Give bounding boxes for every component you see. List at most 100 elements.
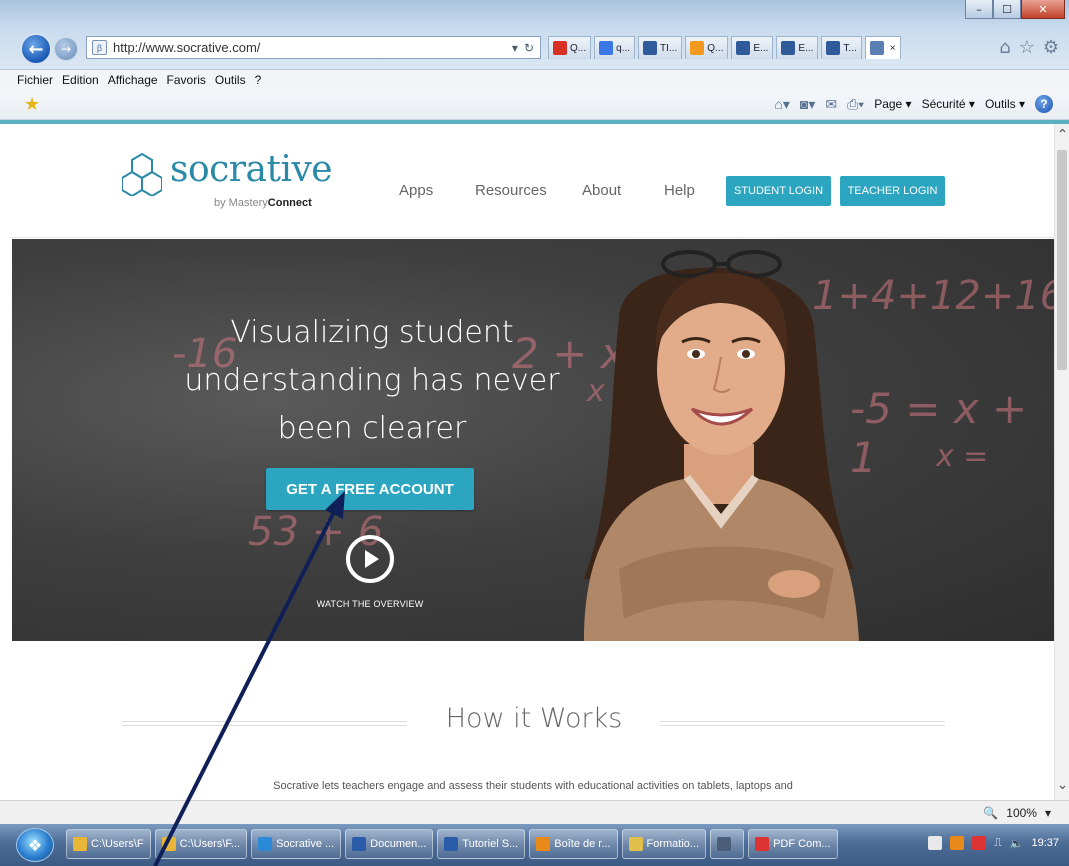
hero-title: Visualizing student understanding has ne…	[162, 309, 582, 453]
dropdown-arrow-icon[interactable]: ▾	[512, 41, 518, 55]
acrobat-tray-icon[interactable]	[972, 836, 987, 850]
menu-help[interactable]: ?	[255, 73, 262, 87]
tab-favicon-icon	[643, 41, 658, 55]
network-icon[interactable]: ⎍	[994, 837, 1002, 850]
forward-button[interactable]: →	[54, 37, 78, 61]
print-icon[interactable]: ⎙▾	[847, 96, 864, 113]
home-cmd-icon[interactable]: ⌂▾	[774, 96, 789, 113]
menu-outils[interactable]: Outils	[215, 73, 246, 87]
mail-tray-icon[interactable]	[928, 836, 943, 850]
menu-favoris[interactable]: Favoris	[167, 73, 206, 87]
security-menu[interactable]: Sécurité ▾	[922, 97, 975, 111]
browser-tab[interactable]: E...	[731, 36, 774, 59]
status-bar: 🔍 100% ▾	[0, 800, 1069, 824]
windows-taskbar: ❖ C:\Users\F C:\Users\F... Socrative ... Do…	[0, 824, 1069, 866]
start-button[interactable]: ❖	[16, 828, 54, 862]
back-arrow-icon: ←	[28, 38, 44, 60]
taskbar-item[interactable]: Documen...	[345, 829, 434, 859]
taskbar-item[interactable]: Formatio...	[621, 829, 707, 859]
teacher-login-button[interactable]: TEACHER LOGIN	[840, 176, 945, 206]
nav-apps[interactable]: Apps	[399, 182, 433, 199]
vertical-scrollbar[interactable]: ⌃ ⌄	[1054, 124, 1069, 800]
hero-title-line: Visualizing student	[230, 315, 514, 350]
taskbar-item[interactable]: C:\Users\F	[66, 829, 151, 859]
outlook-tray-icon[interactable]	[950, 836, 965, 850]
address-url[interactable]: http://www.socrative.com/	[113, 40, 260, 55]
get-free-account-button[interactable]: GET A FREE ACCOUNT	[266, 468, 474, 510]
chevron-down-icon[interactable]: ▾	[1045, 806, 1051, 820]
favorites-bar-star-icon[interactable]: ★	[24, 94, 40, 115]
browser-tab[interactable]: Q...	[548, 36, 592, 59]
play-video-button[interactable]	[346, 535, 394, 583]
scroll-down-icon[interactable]: ⌄	[1055, 776, 1069, 794]
refresh-icon[interactable]: ↻	[524, 41, 534, 55]
help-icon[interactable]: ?	[1035, 95, 1053, 113]
divider	[660, 721, 945, 726]
section-description: Socrative lets teachers engage and asses…	[273, 780, 793, 792]
address-bar[interactable]: β http://www.socrative.com/ ▾ ↻	[86, 36, 541, 59]
browser-tab[interactable]: E...	[776, 36, 819, 59]
home-icon[interactable]: ⌂	[999, 37, 1010, 58]
nav-help[interactable]: Help	[664, 182, 695, 199]
hero-title-line: understanding has never	[184, 363, 560, 398]
logo-wordmark: socrative	[170, 149, 333, 190]
taskbar-item[interactable]: C:\Users\F...	[154, 829, 248, 859]
feeds-icon[interactable]: ◙▾	[800, 96, 815, 113]
close-button[interactable]: ✕	[1021, 0, 1065, 19]
app-icon	[755, 837, 770, 851]
taskbar-item[interactable]: Boîte de r...	[529, 829, 618, 859]
window-controls: – ☐ ✕	[965, 0, 1065, 19]
tab-label: E...	[753, 42, 769, 54]
taskbar-items: C:\Users\F C:\Users\F... Socrative ... Docu…	[66, 829, 838, 859]
tools-menu[interactable]: Outils ▾	[985, 97, 1025, 111]
taskbar-item[interactable]: PDF Com...	[748, 829, 838, 859]
mail-icon[interactable]: ✉	[825, 96, 837, 113]
minimize-button[interactable]: –	[965, 0, 993, 19]
browser-tab[interactable]: T...	[821, 36, 862, 59]
volume-icon[interactable]: 🔈	[1010, 837, 1024, 850]
nav-about[interactable]: About	[582, 182, 621, 199]
page-viewport: socrative by MasteryConnect Apps Resourc…	[12, 124, 1054, 800]
taskbar-item-label: Formatio...	[646, 838, 700, 850]
back-button[interactable]: ←	[20, 33, 52, 65]
tab-favicon-icon	[781, 41, 796, 55]
zoom-control[interactable]: 🔍 100% ▾	[983, 806, 1051, 820]
scrollbar-thumb[interactable]	[1057, 150, 1067, 370]
menu-fichier[interactable]: Fichier	[17, 73, 53, 87]
app-icon	[161, 837, 176, 851]
taskbar-item-label: Socrative ...	[276, 838, 335, 850]
browser-tab[interactable]: TI...	[638, 36, 683, 59]
taskbar-item[interactable]: Socrative ...	[251, 829, 342, 859]
close-tab-icon[interactable]: ×	[890, 43, 896, 54]
watch-overview-link[interactable]: WATCH THE OVERVIEW	[308, 599, 432, 609]
chalk-text: x =	[936, 439, 989, 474]
maximize-button[interactable]: ☐	[993, 0, 1021, 19]
browser-tab[interactable]: Q...	[685, 36, 729, 59]
zoom-level: 100%	[1006, 806, 1037, 820]
site-header: socrative by MasteryConnect Apps Resourc…	[12, 124, 1054, 238]
taskbar-item[interactable]	[710, 829, 745, 859]
taskbar-item-label: C:\Users\F...	[179, 838, 241, 850]
tab-label: q...	[616, 42, 631, 54]
menu-affichage[interactable]: Affichage	[108, 73, 158, 87]
gear-icon[interactable]: ⚙	[1043, 37, 1059, 58]
favorites-star-icon[interactable]: ☆	[1019, 37, 1035, 58]
taskbar-item-label: Boîte de r...	[554, 838, 611, 850]
app-icon	[258, 837, 273, 851]
student-login-button[interactable]: STUDENT LOGIN	[726, 176, 831, 206]
browser-tab[interactable]: ×	[864, 36, 901, 59]
browser-titlebar: – ☐ ✕ ← → β http://www.socrative.com/ ▾ …	[0, 0, 1069, 70]
nav-resources[interactable]: Resources	[475, 182, 547, 199]
socrative-logo[interactable]: socrative by MasteryConnect	[122, 149, 333, 209]
browser-tab[interactable]: q...	[594, 36, 636, 59]
menu-edition[interactable]: Edition	[62, 73, 99, 87]
tab-label: Q...	[707, 42, 724, 54]
scroll-up-icon[interactable]: ⌃	[1055, 126, 1069, 144]
teacher-photo	[584, 250, 859, 641]
system-tray: ⎍ 🔈 19:37	[928, 836, 1059, 850]
page-menu[interactable]: Page ▾	[874, 97, 911, 111]
tab-favicon-icon	[553, 41, 567, 55]
taskbar-item[interactable]: Tutoriel S...	[437, 829, 526, 859]
tab-label: E...	[798, 42, 814, 54]
clock[interactable]: 19:37	[1031, 837, 1059, 849]
